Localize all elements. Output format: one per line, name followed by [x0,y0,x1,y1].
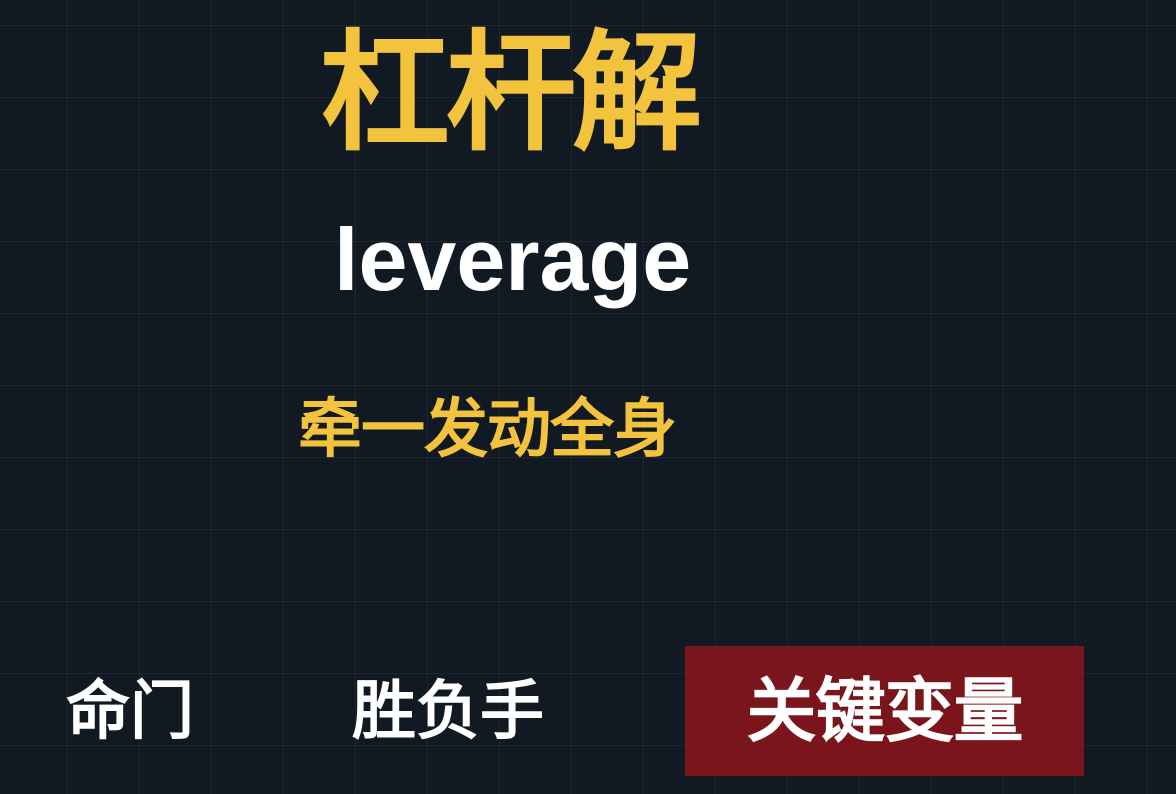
keyword-highlighted: 关键变量 [685,646,1084,776]
keyword-2: 胜负手 [352,675,544,749]
title: 杠杆解 [320,17,702,169]
slide: { "title": "杠杆解", "term": "leverage", "t… [0,0,1176,794]
tagline: 牵一发动全身 [298,393,677,467]
keyword-highlighted-label: 关键变量 [746,670,1024,752]
english-term: leverage [334,210,692,309]
keyword-1: 命门 [66,675,194,749]
